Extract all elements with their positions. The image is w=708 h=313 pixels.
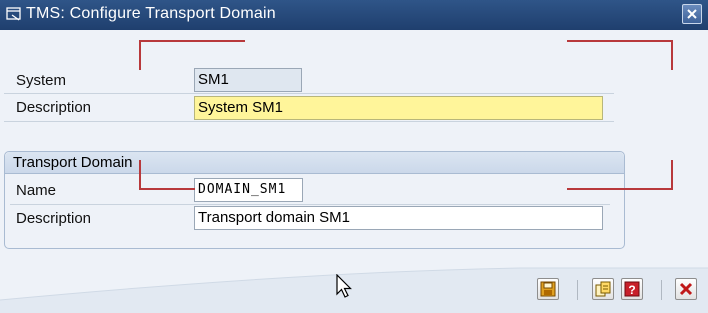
configure-transport-domain-dialog: TMS: Configure Transport Domain System S… [0,0,708,313]
domain-description-label: Description [16,210,92,227]
save-icon [540,281,556,297]
system-field[interactable]: SM1 [194,68,302,92]
dialog-window-icon [6,7,22,21]
annotation-line [671,160,673,190]
save-button[interactable] [537,278,559,300]
svg-text:?: ? [628,283,635,297]
row-divider [10,204,610,205]
cancel-button[interactable] [675,278,697,300]
annotation-line [139,160,141,190]
system-label: System [16,72,67,89]
annotation-line [567,40,673,42]
close-icon [687,9,697,19]
help-icon: ? [624,281,640,297]
system-description-label: Description [16,99,92,116]
help-button[interactable]: ? [621,278,643,300]
close-button[interactable] [682,4,702,24]
window-title: TMS: Configure Transport Domain [26,5,276,22]
domain-name-field[interactable]: DOMAIN_SM1 [194,178,303,202]
copy-button[interactable] [592,278,614,300]
mouse-cursor-icon [336,274,352,298]
transport-domain-group: Transport Domain [4,151,625,249]
group-title: Transport Domain [13,154,133,171]
annotation-line [139,40,141,70]
domain-name-label: Name [16,182,57,199]
copy-icon [595,281,611,297]
cancel-icon [679,282,693,296]
annotation-line [567,188,673,190]
annotation-line [139,188,195,190]
domain-description-field[interactable]: Transport domain SM1 [194,206,603,230]
toolbar-separator [661,280,662,300]
title-bar: TMS: Configure Transport Domain [0,0,708,30]
system-description-field[interactable]: System SM1 [194,96,603,120]
toolbar-separator [577,280,578,300]
row-divider [4,121,614,122]
annotation-line [671,40,673,70]
annotation-line [139,40,245,42]
group-header: Transport Domain [5,152,624,174]
row-divider [4,93,614,94]
